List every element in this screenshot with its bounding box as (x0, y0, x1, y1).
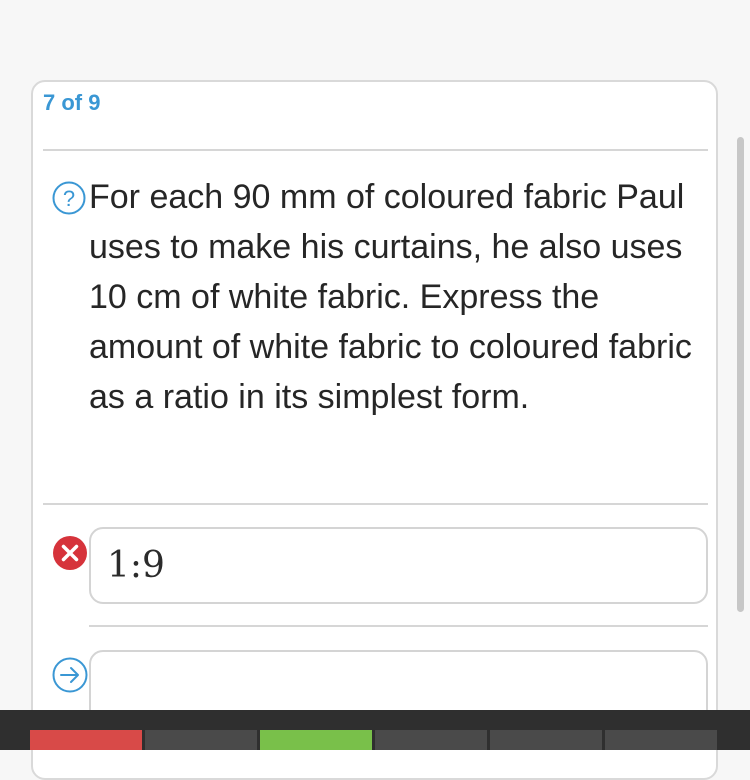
answer-divider (89, 625, 708, 627)
previous-answer: 1:9 (89, 527, 708, 604)
question-circle-icon: ? (52, 181, 86, 215)
toolbar-tab-red[interactable] (30, 730, 142, 750)
toolbar-tab-4[interactable] (605, 730, 717, 750)
toolbar-tab-3[interactable] (490, 730, 602, 750)
question-divider (43, 503, 708, 505)
scrollbar[interactable] (737, 137, 744, 612)
wrong-x-icon (53, 536, 87, 570)
toolbar-tab-green[interactable] (260, 730, 372, 750)
toolbar-tab-1[interactable] (145, 730, 257, 750)
question-text: For each 90 mm of coloured fabric Paul u… (89, 178, 692, 416)
svg-text:?: ? (63, 186, 75, 211)
arrow-right-circle-icon (52, 657, 88, 693)
toolbar-tab-2[interactable] (375, 730, 487, 750)
header-divider (43, 149, 708, 151)
question-counter: 7 of 9 (43, 90, 101, 115)
